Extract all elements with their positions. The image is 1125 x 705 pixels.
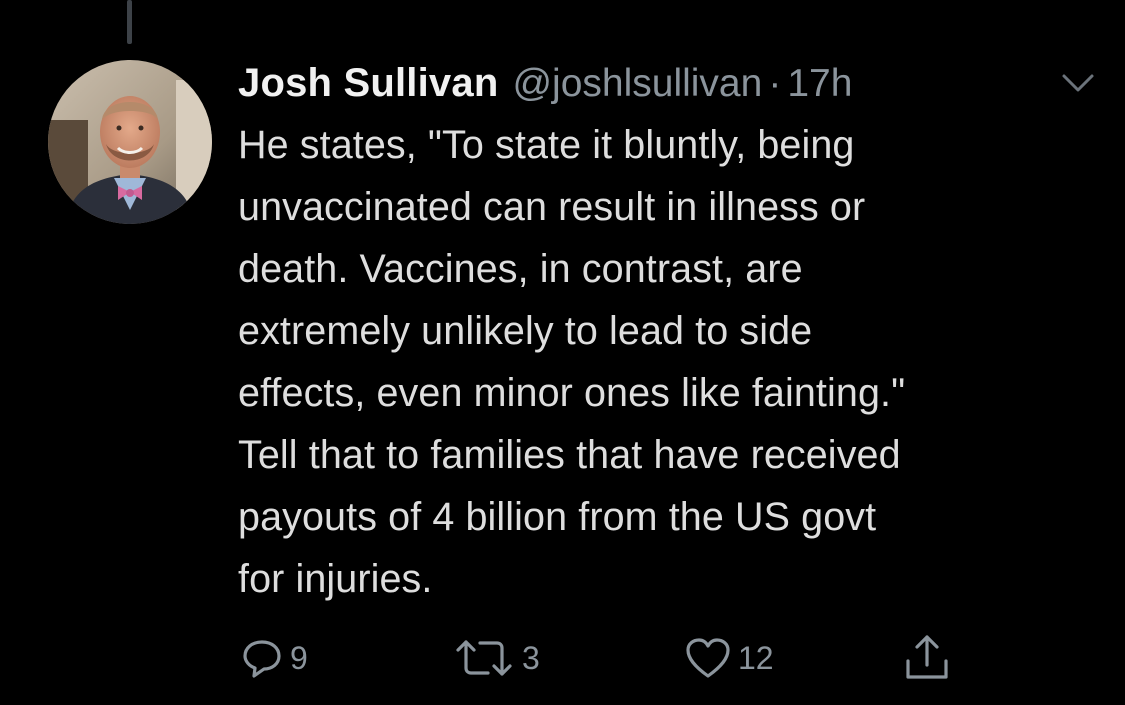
- tweet[interactable]: Josh Sullivan @joshlsullivan · 17h He st…: [238, 52, 1098, 610]
- tweet-actions: 9 3 12: [0, 633, 1125, 683]
- share-icon: [906, 635, 948, 679]
- avatar-image: [48, 60, 212, 224]
- avatar[interactable]: [48, 60, 212, 224]
- like-button[interactable]: 12: [684, 633, 774, 683]
- reply-icon: [243, 640, 281, 678]
- separator-dot: ·: [768, 62, 782, 105]
- reply-count: 9: [290, 639, 308, 676]
- retweet-count: 3: [522, 639, 540, 676]
- user-handle[interactable]: @joshlsullivan: [512, 53, 762, 115]
- thread-connector-line: [127, 0, 132, 44]
- retweet-button[interactable]: 3: [452, 633, 540, 683]
- retweet-icon: [456, 640, 512, 676]
- timestamp[interactable]: 17h: [787, 53, 852, 115]
- share-button[interactable]: [902, 633, 952, 683]
- like-count: 12: [738, 639, 774, 676]
- display-name[interactable]: Josh Sullivan: [238, 52, 498, 114]
- heart-icon: [686, 638, 730, 678]
- tweet-text: He states, "To state it bluntly, being u…: [238, 123, 906, 601]
- reply-button[interactable]: 9: [240, 633, 308, 683]
- tweet-header: Josh Sullivan @joshlsullivan · 17h: [238, 52, 1098, 114]
- chevron-down-icon[interactable]: [1058, 70, 1098, 96]
